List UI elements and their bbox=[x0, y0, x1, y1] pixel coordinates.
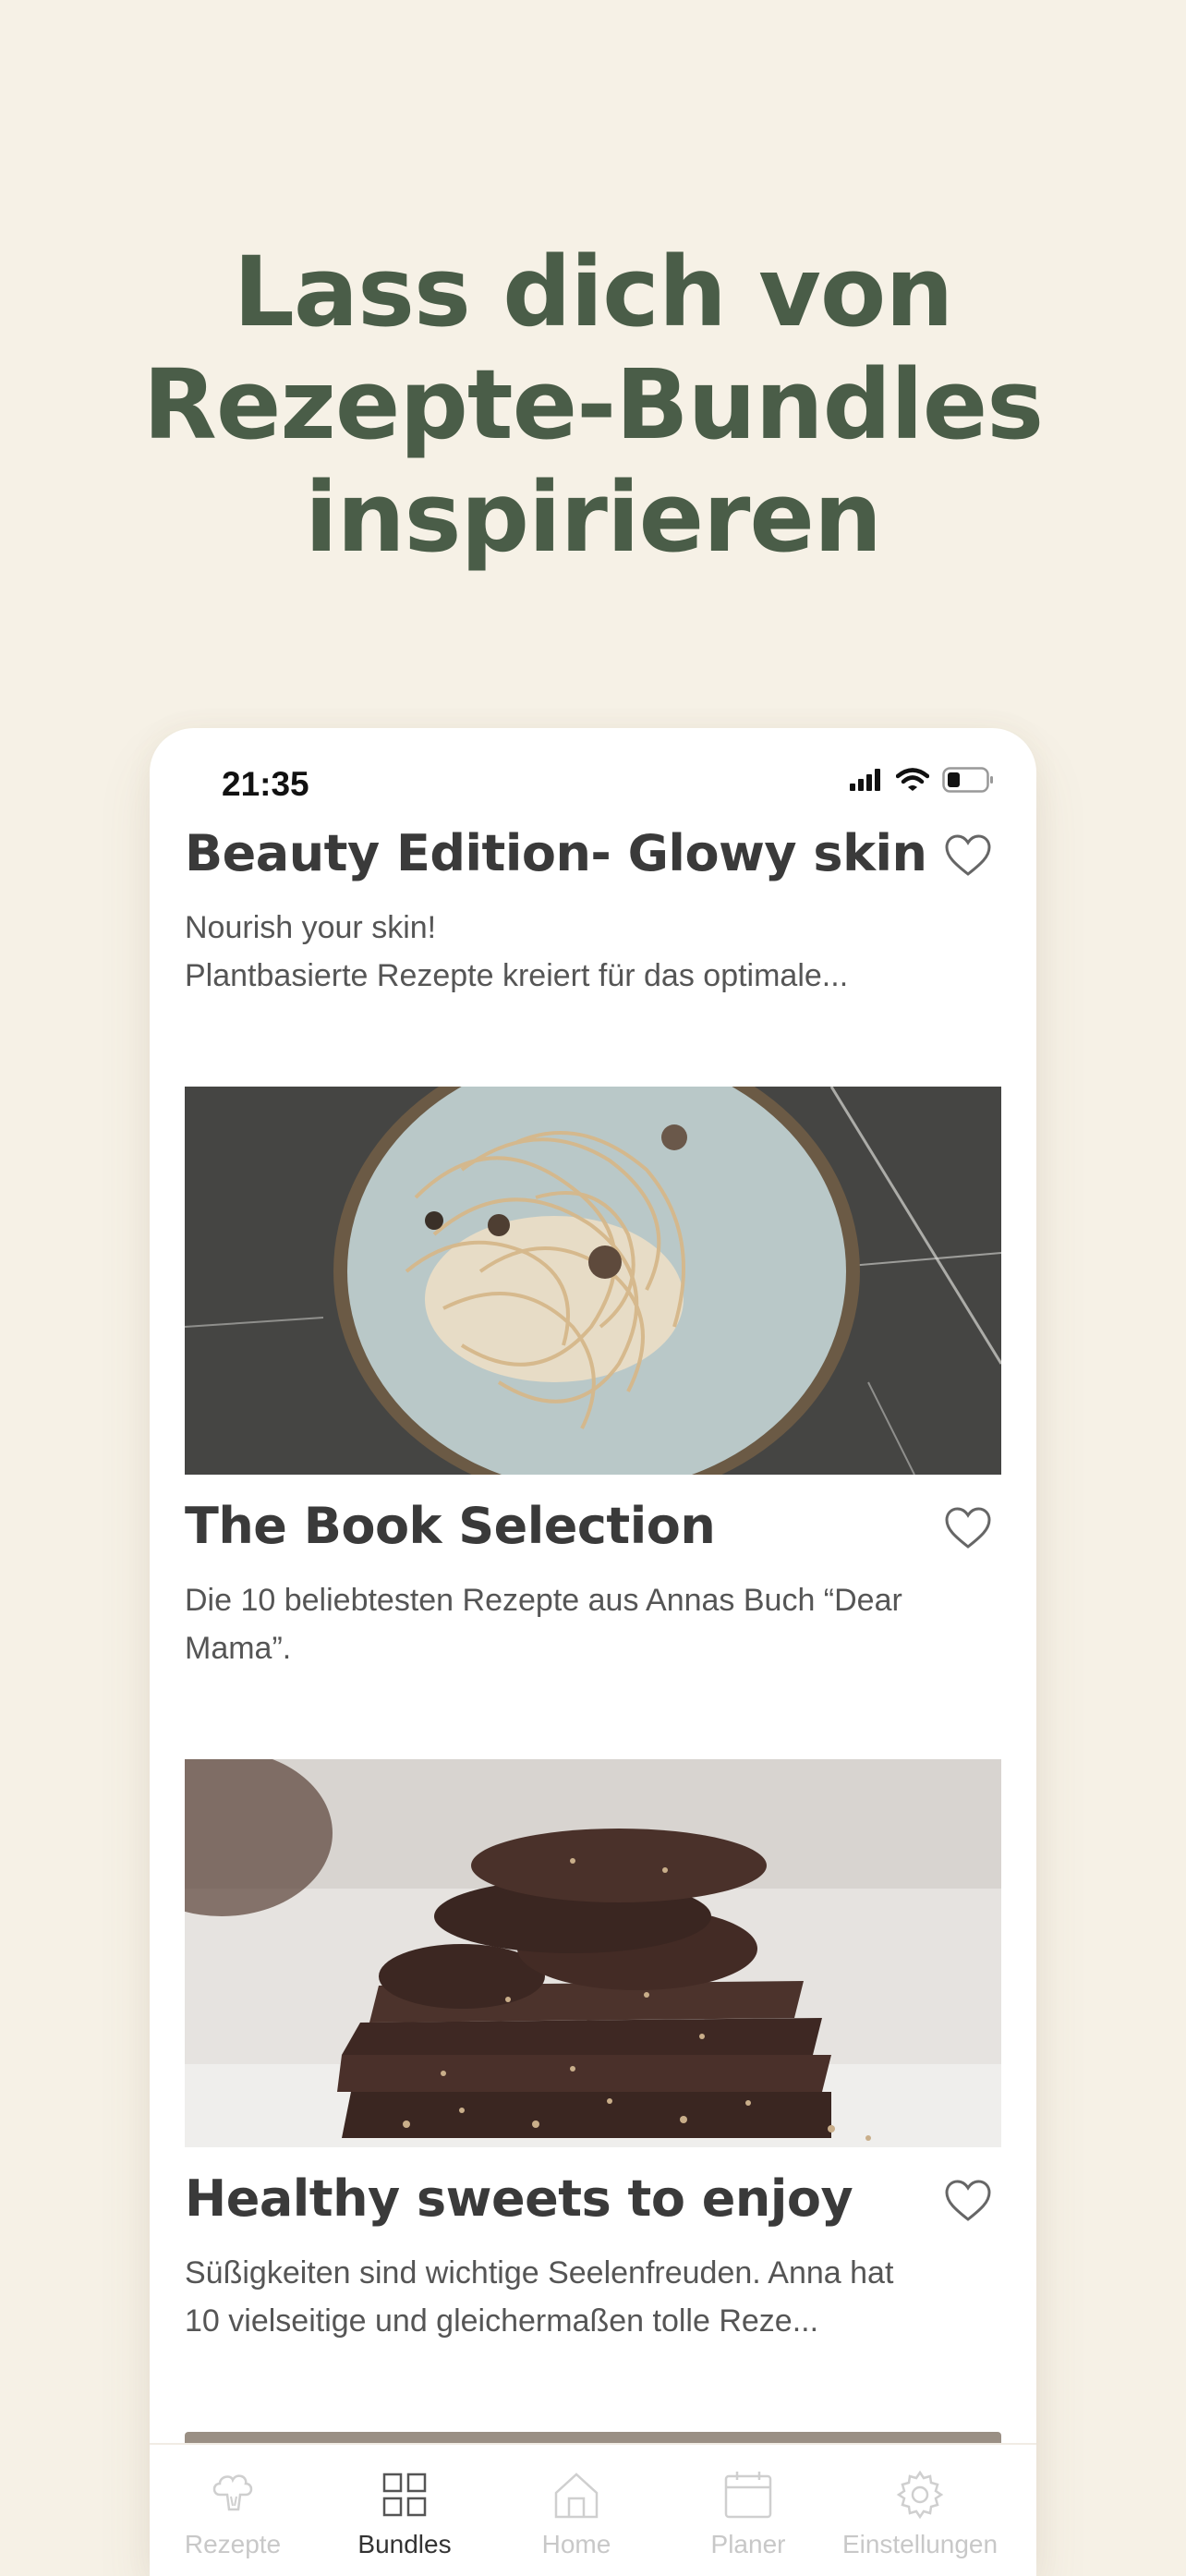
headline-line-3: inspirieren bbox=[304, 461, 882, 574]
tab-bundles[interactable]: Bundles bbox=[321, 2445, 488, 2576]
tab-rezepte[interactable]: Rezepte bbox=[150, 2445, 316, 2576]
pasta-photo bbox=[185, 1087, 1001, 1475]
wifi-icon bbox=[896, 768, 929, 791]
bundle-description-line: 10 vielseitige und gleichermaßen tolle R… bbox=[185, 2303, 819, 2339]
status-bar: 21:35 bbox=[150, 728, 1036, 809]
tab-label: Rezepte bbox=[184, 2530, 282, 2558]
tab-label: Bundles bbox=[357, 2530, 452, 2558]
bundle-card-sweets[interactable]: Healthy sweets to enjoy Süßigkeiten sind… bbox=[185, 2169, 1001, 2339]
tab-label: Home bbox=[541, 2530, 611, 2558]
tab-bar: Rezepte Bundles Home Planer Einstellunge… bbox=[150, 2443, 1036, 2576]
status-icons bbox=[850, 767, 994, 793]
bundle-description-line: Plantbasierte Rezepte kreiert für das op… bbox=[185, 958, 849, 993]
tab-planer[interactable]: Planer bbox=[665, 2445, 831, 2576]
tab-einstellungen[interactable]: Einstellungen bbox=[837, 2445, 1003, 2576]
status-time: 21:35 bbox=[222, 765, 309, 803]
broccoli-icon bbox=[212, 2474, 253, 2511]
bundle-description-line: Mama”. bbox=[185, 1631, 292, 1666]
bundle-card-beauty[interactable]: Beauty Edition- Glowy skin Nourish your … bbox=[185, 824, 1001, 993]
bundle-description-line: Nourish your skin! bbox=[185, 910, 437, 945]
cellular-signal-icon bbox=[850, 769, 880, 791]
bundle-description: Die 10 beliebtesten Rezepte aus Annas Bu… bbox=[185, 1576, 1007, 1672]
tab-home[interactable]: Home bbox=[493, 2445, 660, 2576]
battery-icon bbox=[942, 767, 993, 793]
bundle-title: Beauty Edition- Glowy skin bbox=[185, 824, 927, 882]
bundle-description-line: Süßigkeiten sind wichtige Seelenfreuden.… bbox=[185, 2255, 894, 2290]
bundle-image-chocolate[interactable] bbox=[185, 1759, 1001, 2147]
bundle-title: The Book Selection bbox=[185, 1497, 716, 1555]
headline-line-1: Lass dich von bbox=[233, 236, 954, 348]
phone-mockup: 21:35 Beauty Edition- Glowy skin Nourish… bbox=[150, 728, 1036, 2576]
heart-icon[interactable] bbox=[944, 2179, 992, 2223]
bundle-description: Süßigkeiten sind wichtige Seelenfreuden.… bbox=[185, 2249, 1007, 2345]
bundle-title: Healthy sweets to enjoy bbox=[185, 2169, 853, 2228]
grid-icon bbox=[382, 2473, 427, 2517]
bundle-card-book[interactable]: The Book Selection Die 10 beliebtesten R… bbox=[185, 1497, 1001, 1666]
bundle-image-pasta[interactable] bbox=[185, 1087, 1001, 1475]
gear-icon bbox=[896, 2470, 944, 2520]
chocolate-photo bbox=[185, 1759, 1001, 2147]
tab-label: Planer bbox=[710, 2530, 786, 2558]
page-headline: Lass dich von Rezepte-Bundles inspiriere… bbox=[0, 236, 1186, 574]
headline-line-2: Rezepte-Bundles bbox=[142, 348, 1044, 461]
heart-icon[interactable] bbox=[944, 1506, 992, 1550]
heart-icon[interactable] bbox=[944, 833, 992, 878]
calendar-icon bbox=[724, 2472, 772, 2519]
bundle-description: Nourish your skin! Plantbasierte Rezepte… bbox=[185, 904, 1007, 1000]
tab-label: Einstellungen bbox=[841, 2530, 998, 2558]
bundle-description-line: Die 10 beliebtesten Rezepte aus Annas Bu… bbox=[185, 1583, 902, 1618]
home-icon bbox=[554, 2473, 599, 2519]
